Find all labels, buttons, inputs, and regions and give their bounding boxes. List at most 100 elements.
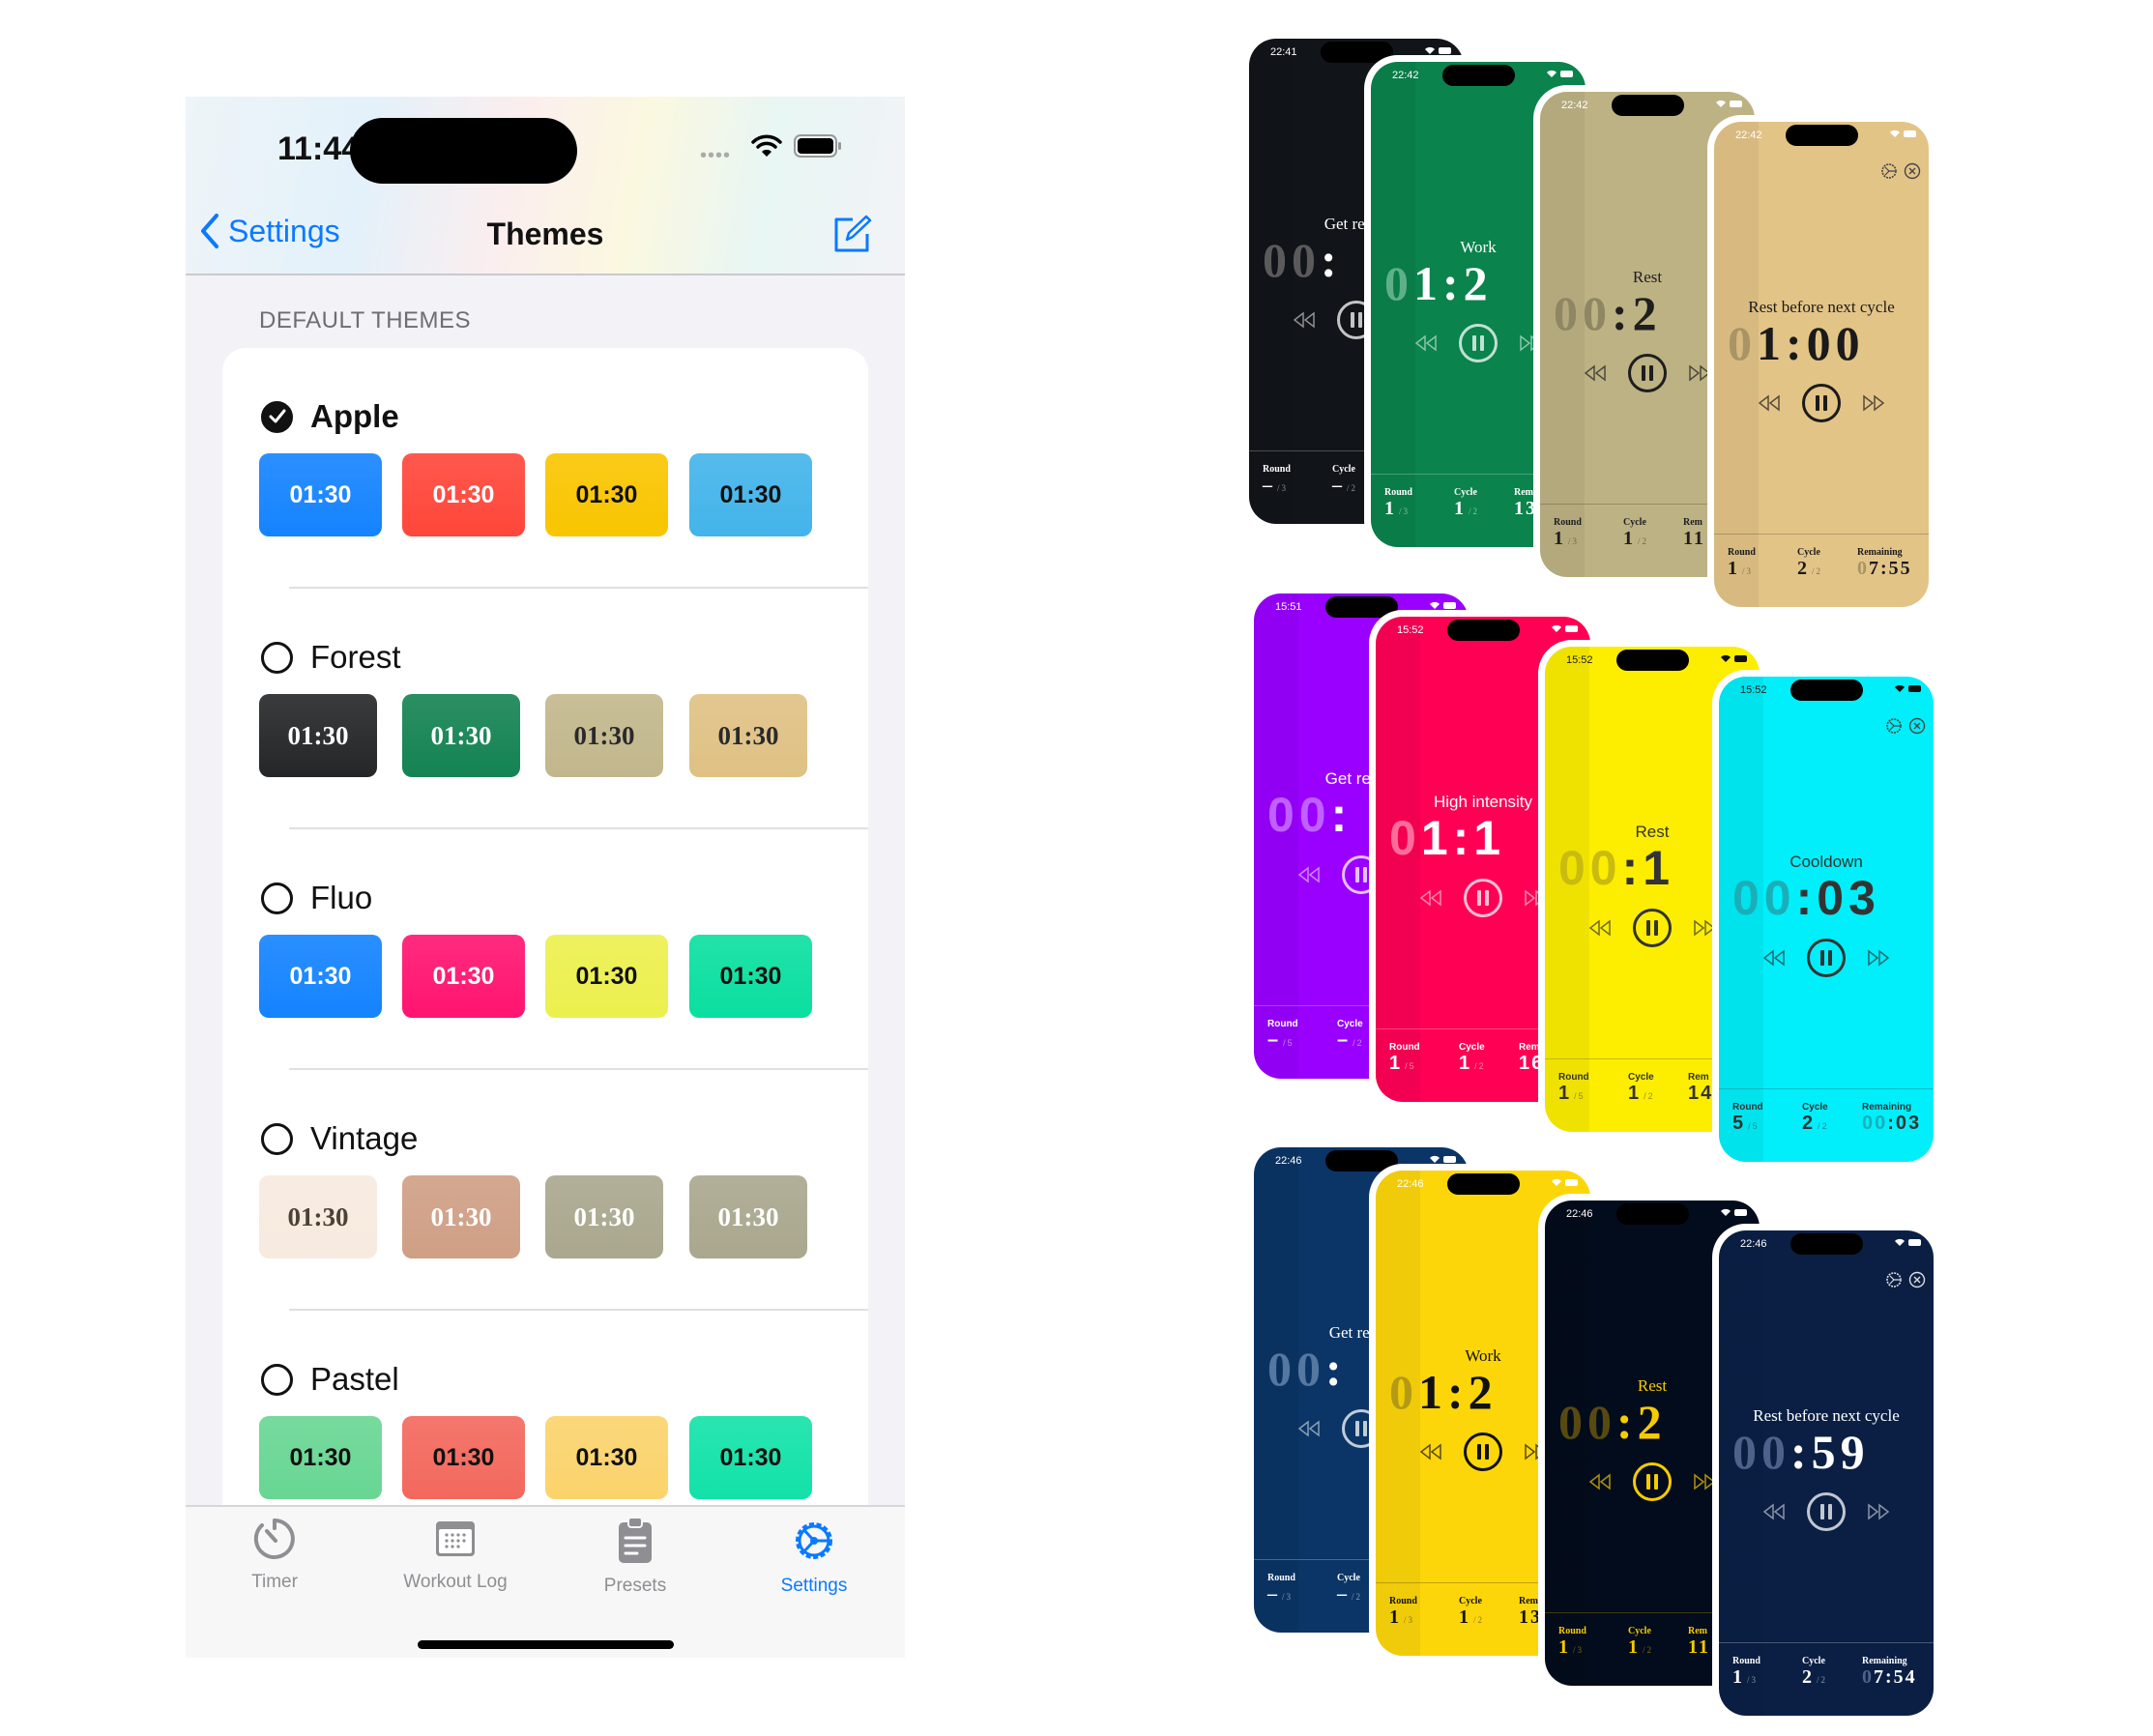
round-value: – [1263,475,1274,496]
round-total: /3 [1399,506,1411,516]
radio-unchecked-icon[interactable] [261,1363,293,1396]
theme-swatch[interactable]: 01:30 [545,935,668,1018]
theme-swatch[interactable]: 01:30 [545,453,668,536]
theme-swatch[interactable]: 01:30 [689,694,807,777]
pause-button[interactable] [1806,1491,1847,1532]
theme-swatch[interactable]: 01:30 [689,1175,807,1259]
close-icon[interactable] [1908,1271,1926,1288]
pause-button[interactable] [1463,878,1503,918]
pause-button[interactable] [1806,938,1847,978]
theme-swatch[interactable]: 01:30 [402,1416,525,1499]
theme-select-fluo[interactable]: Fluo [261,880,372,916]
pause-button[interactable] [1632,908,1673,948]
theme-select-forest[interactable]: Forest [261,639,401,676]
theme-swatch[interactable]: 01:30 [402,1175,520,1259]
theme-swatch[interactable]: 01:30 [259,694,377,777]
theme-swatch[interactable]: 01:30 [545,694,663,777]
countdown-digits: 1:2 [1413,256,1493,310]
stat-value: 00:03 [1862,1113,1921,1134]
status-time: 11:44 [277,130,361,167]
rewind-icon[interactable] [1588,919,1612,937]
pause-button[interactable] [1458,323,1498,363]
countdown-digits: 1:1 [1420,811,1506,865]
theme-swatch[interactable]: 01:30 [689,935,812,1018]
stat-label: Cycle [1628,1626,1651,1636]
fast-forward-icon[interactable] [1867,949,1890,967]
rewind-icon[interactable] [1758,394,1781,412]
radio-unchecked-icon[interactable] [261,641,293,674]
pause-button[interactable] [1801,383,1842,423]
close-icon[interactable] [1908,717,1926,735]
stat-label: Cycle [1459,1042,1485,1053]
fast-forward-icon[interactable] [1524,889,1547,907]
radio-unchecked-icon[interactable] [261,1122,293,1155]
stat-cycle: Cycle –/2 [1337,1573,1362,1606]
stat-cycle: Cycle 1/2 [1628,1072,1655,1105]
settings-gear-icon[interactable] [1885,717,1903,735]
theme-swatch[interactable]: 01:30 [259,1175,377,1259]
theme-swatch[interactable]: 01:30 [402,694,520,777]
close-icon[interactable] [1904,162,1921,180]
radio-checked-icon[interactable] [261,400,293,433]
radio-unchecked-icon[interactable] [261,882,293,914]
theme-select-apple[interactable]: Apple [261,398,399,435]
fast-forward-icon[interactable] [1688,364,1711,382]
rewind-icon[interactable] [1419,889,1442,907]
theme-swatch[interactable]: 01:30 [545,1175,663,1259]
back-button[interactable]: Settings [199,213,340,249]
settings-gear-icon[interactable] [1885,1271,1903,1288]
fast-forward-icon[interactable] [1519,334,1542,352]
round-total: /3 [1282,1592,1294,1602]
back-label: Settings [228,213,340,248]
theme-swatch[interactable]: 01:30 [402,935,525,1018]
tab-timer[interactable]: Timer [188,1517,362,1593]
status-icons [1430,601,1457,609]
status-time: 22:42 [1392,70,1419,81]
pause-button[interactable] [1632,1461,1673,1502]
rewind-icon[interactable] [1297,1420,1321,1437]
pause-button[interactable] [1627,353,1668,393]
edit-icon[interactable] [831,215,872,255]
tab-workout-log[interactable]: Workout Log [368,1517,542,1593]
fast-forward-icon[interactable] [1693,1473,1716,1490]
fast-forward-icon[interactable] [1524,1443,1547,1461]
wifi-icon [1547,70,1557,77]
rewind-icon[interactable] [1762,1503,1786,1520]
rewind-icon[interactable] [1419,1443,1442,1461]
theme-select-vintage[interactable]: Vintage [261,1120,418,1157]
theme-swatch[interactable]: 01:30 [259,935,382,1018]
tab-presets[interactable]: Presets [548,1517,722,1597]
stat-remaining: Remaining 07:54 [1862,1656,1917,1689]
rewind-icon[interactable] [1584,364,1607,382]
round-value: 5 [1732,1113,1746,1134]
status-icons [1895,684,1922,692]
cycle-value: 2 [1797,558,1809,579]
theme-row-apple: Apple 01:30 01:30 01:30 01:30 [222,348,868,589]
theme-name: Fluo [310,880,373,915]
theme-swatch[interactable]: 01:30 [402,453,525,536]
settings-gear-icon[interactable] [1880,162,1898,180]
rewind-icon[interactable] [1414,334,1438,352]
theme-select-pastel[interactable]: Pastel [261,1361,399,1398]
pause-button[interactable] [1463,1432,1503,1472]
rewind-icon[interactable] [1762,949,1786,967]
rewind-icon[interactable] [1297,866,1321,883]
theme-swatch[interactable]: 01:30 [689,1416,812,1499]
rewind-icon[interactable] [1588,1473,1612,1490]
fast-forward-icon[interactable] [1693,919,1716,937]
remaining-value: 7:54 [1874,1666,1917,1688]
stat-label: Cycle [1802,1102,1828,1113]
rewind-icon[interactable] [1293,311,1316,329]
theme-swatch[interactable]: 01:30 [259,453,382,536]
fast-forward-icon[interactable] [1862,394,1885,412]
wifi-icon [751,134,782,157]
tab-settings[interactable]: Settings [727,1517,901,1597]
theme-swatch[interactable]: 01:30 [259,1416,382,1499]
theme-swatch[interactable]: 01:30 [689,453,812,536]
cycle-total: /2 [1473,1615,1485,1625]
fast-forward-icon[interactable] [1867,1503,1890,1520]
round-total: /3 [1404,1615,1415,1625]
countdown-dim-digits: 00 [1263,233,1321,287]
theme-swatch[interactable]: 01:30 [545,1416,668,1499]
playback-controls [1714,384,1929,422]
